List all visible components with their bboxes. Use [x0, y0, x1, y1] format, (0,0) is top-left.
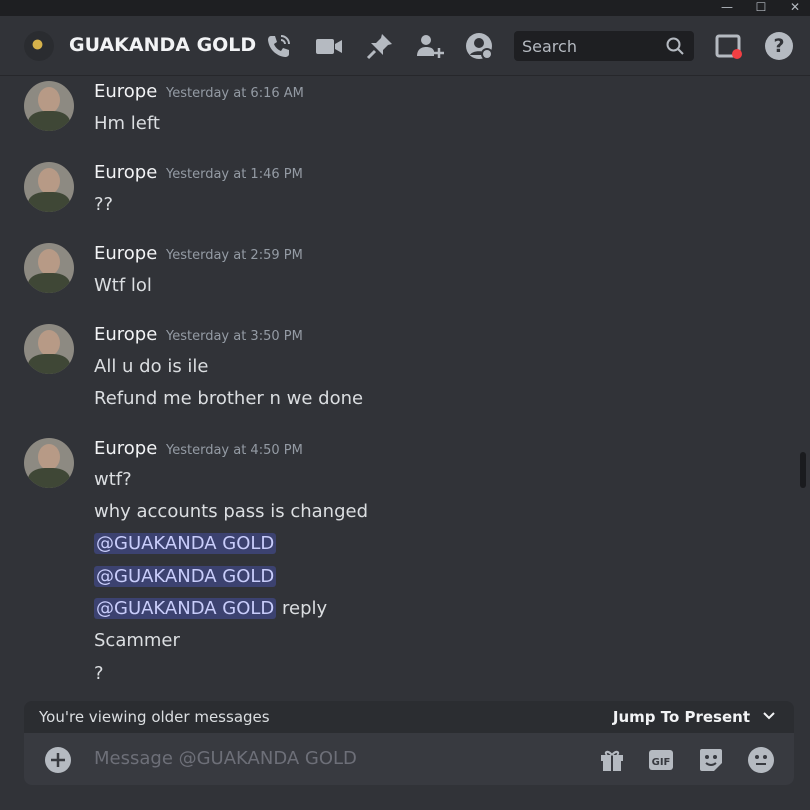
message-text: reply — [282, 598, 328, 619]
mention-line: @GUAKANDA GOLD — [94, 566, 277, 587]
profile-icon[interactable] — [463, 30, 495, 62]
user-avatar[interactable] — [24, 243, 74, 293]
maximize-button[interactable]: ☐ — [746, 0, 776, 16]
message-text: wtf? — [94, 469, 132, 490]
user-mention[interactable]: @GUAKANDA GOLD — [94, 533, 277, 554]
svg-text:?: ? — [773, 35, 784, 57]
user-avatar[interactable] — [24, 162, 74, 212]
mention-line: @GUAKANDA GOLD — [94, 533, 277, 554]
search-icon — [666, 37, 684, 55]
gif-label: GIF — [652, 757, 671, 768]
mention-line: @GUAKANDA GOLD reply — [94, 598, 327, 619]
message-text: All u do is ile — [94, 356, 209, 377]
message-text: Wtf lol — [94, 275, 152, 296]
message-text: ? — [94, 663, 104, 684]
search-placeholder: Search — [522, 37, 577, 56]
channel-header: GUAKANDA GOLD Search ? — [0, 16, 810, 76]
author-name[interactable]: Europe — [94, 438, 157, 459]
scrollbar-thumb[interactable] — [800, 452, 806, 488]
phone-call-icon[interactable] — [263, 30, 295, 62]
message-text: Hm left — [94, 113, 160, 134]
author-name[interactable]: Europe — [94, 162, 157, 183]
emoji-icon[interactable] — [746, 745, 776, 775]
message-input[interactable]: Message @GUAKANDA GOLD — [94, 748, 357, 769]
message-text: Scammer — [94, 630, 180, 651]
close-button[interactable]: ✕ — [780, 0, 810, 16]
dm-avatar[interactable] — [24, 31, 54, 61]
jump-to-present-button[interactable]: Jump To Present — [613, 708, 750, 726]
inbox-icon[interactable] — [713, 30, 745, 62]
gift-icon[interactable] — [597, 745, 627, 775]
timestamp: Yesterday at 4:50 PM — [166, 443, 303, 458]
gif-icon[interactable]: GIF — [646, 745, 676, 775]
search-input[interactable]: Search — [514, 31, 694, 61]
chevron-down-icon[interactable] — [760, 707, 778, 725]
user-mention[interactable]: @GUAKANDA GOLD — [94, 598, 277, 619]
older-messages-bar: You're viewing older messages Jump To Pr… — [24, 701, 794, 733]
user-avatar[interactable] — [24, 81, 74, 131]
user-avatar[interactable] — [24, 324, 74, 374]
sticker-icon[interactable] — [696, 745, 726, 775]
timestamp: Yesterday at 1:46 PM — [166, 167, 303, 182]
message-list[interactable]: Europe Yesterday at 6:16 AM Hm left Euro… — [0, 76, 810, 700]
message-text: Refund me brother n we done — [94, 388, 364, 409]
timestamp: Yesterday at 6:16 AM — [166, 86, 304, 101]
video-icon[interactable] — [313, 30, 345, 62]
timestamp: Yesterday at 3:50 PM — [166, 329, 303, 344]
add-friend-icon[interactable] — [414, 30, 446, 62]
user-avatar[interactable] — [24, 438, 74, 488]
author-name[interactable]: Europe — [94, 324, 157, 345]
message-text: why accounts pass is changed — [94, 501, 369, 522]
user-mention[interactable]: @GUAKANDA GOLD — [94, 566, 277, 587]
window-titlebar: — ☐ ✕ — [0, 0, 810, 16]
help-icon[interactable]: ? — [763, 30, 795, 62]
author-name[interactable]: Europe — [94, 243, 157, 264]
author-name[interactable]: Europe — [94, 81, 157, 102]
add-attachment-icon[interactable] — [44, 746, 72, 774]
older-messages-text: You're viewing older messages — [39, 708, 270, 726]
pin-icon[interactable] — [364, 30, 396, 62]
channel-title: GUAKANDA GOLD — [69, 34, 257, 56]
message-text: ?? — [94, 194, 114, 215]
message-composer: Message @GUAKANDA GOLD GIF — [24, 733, 794, 785]
timestamp: Yesterday at 2:59 PM — [166, 248, 303, 263]
minimize-button[interactable]: — — [712, 0, 742, 16]
